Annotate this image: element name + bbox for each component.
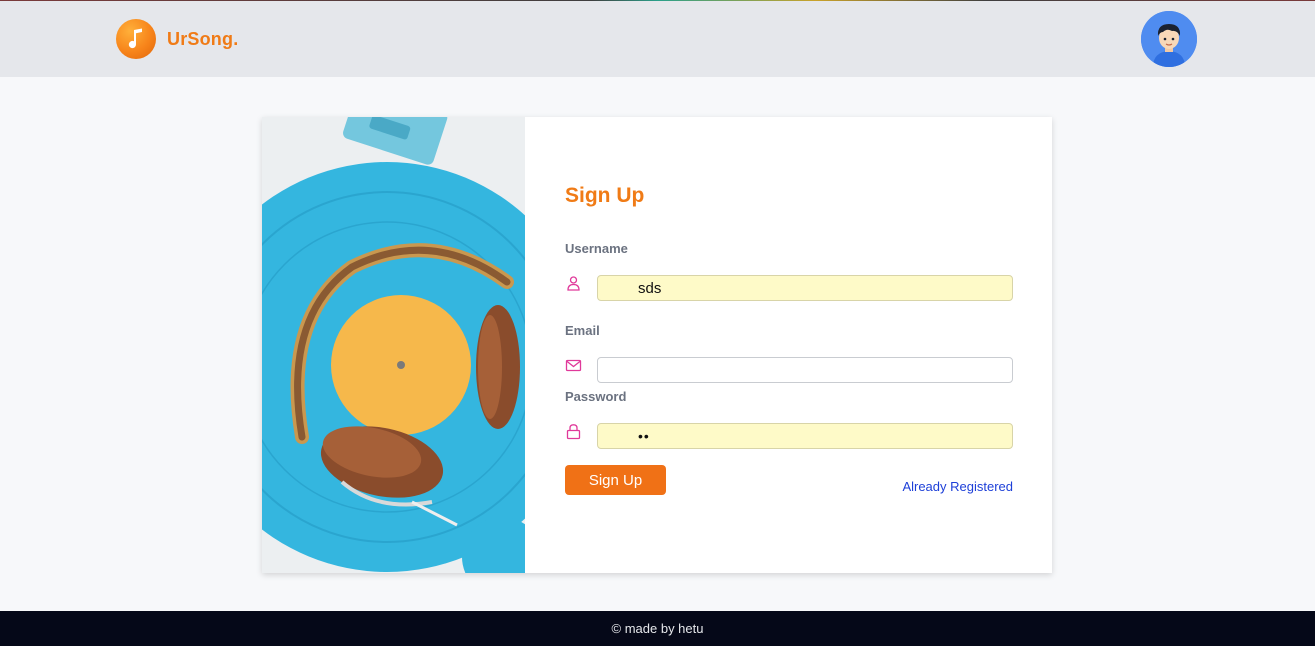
password-label: Password (565, 389, 627, 404)
username-input[interactable] (597, 275, 1013, 301)
navbar: UrSong. (0, 1, 1315, 77)
footer: © made by hetu (0, 611, 1315, 646)
signup-button[interactable]: Sign Up (565, 465, 666, 495)
email-input[interactable] (597, 357, 1013, 383)
signup-card: Sign Up Username Email Password •• (262, 117, 1052, 573)
username-label: Username (565, 241, 628, 256)
password-value: •• (638, 428, 650, 444)
mail-icon (565, 357, 582, 374)
form-title: Sign Up (565, 184, 645, 207)
brand-logo-link[interactable]: UrSong. (116, 19, 238, 59)
already-registered-link[interactable]: Already Registered (902, 479, 1013, 494)
signup-form: Sign Up Username Email Password •• (525, 117, 1052, 573)
user-icon (565, 275, 582, 292)
footer-text: © made by hetu (611, 621, 704, 636)
email-label: Email (565, 323, 600, 338)
music-note-icon (116, 19, 156, 59)
password-input[interactable]: •• (597, 423, 1013, 449)
user-avatar-icon[interactable] (1141, 11, 1197, 67)
brand-name: UrSong. (167, 28, 239, 49)
headphones-vinyl-image (262, 117, 525, 573)
lock-icon (565, 423, 582, 440)
